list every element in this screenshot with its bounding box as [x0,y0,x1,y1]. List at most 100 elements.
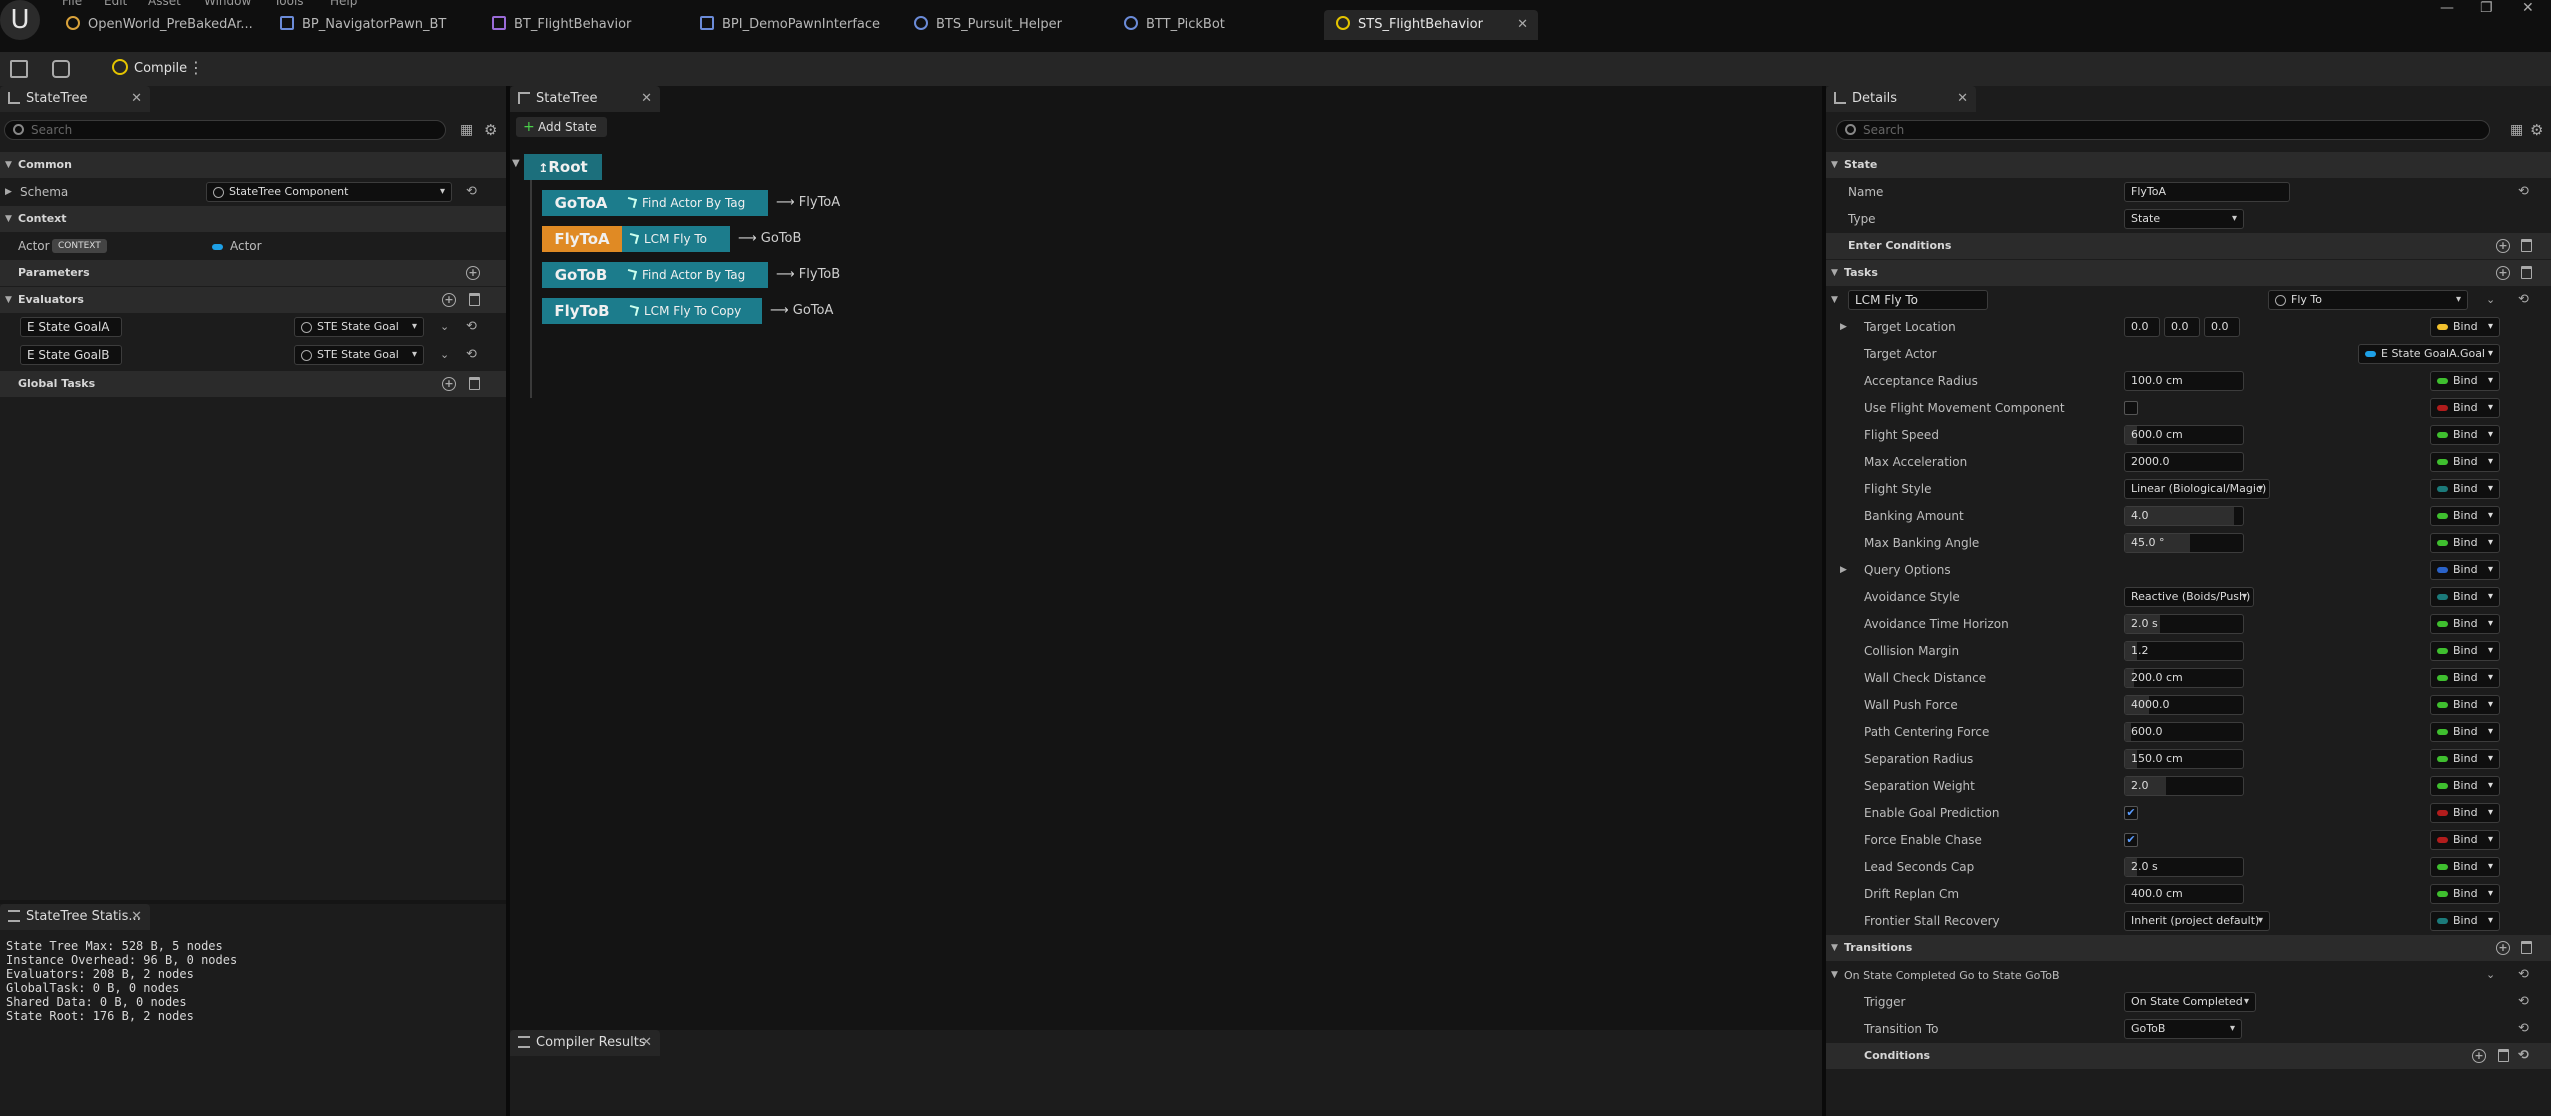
chevron-down-icon[interactable]: ▼ [512,158,520,169]
browse-icon[interactable] [52,60,70,78]
chevron-right-icon[interactable]: ▶ [5,179,12,205]
tab-details[interactable]: Details ✕ [1826,86,1976,112]
bind-dropdown[interactable]: Bind ▾ [2430,641,2500,661]
bind-dropdown[interactable]: Bind ▾ [2430,668,2500,688]
doc-tab-bts-pursuit[interactable]: BTS_Pursuit_Helper [914,10,1114,40]
state-type-dropdown[interactable]: State ▾ [2124,209,2244,229]
evaluator-type-dropdown[interactable]: STE State Goal ▾ [294,345,424,365]
delete-icon[interactable] [469,377,480,390]
chevron-down-icon[interactable]: ⌄ [440,342,449,368]
add-icon[interactable]: + [2496,941,2510,955]
state-node[interactable]: FlyToA [542,226,622,252]
delete-icon[interactable] [2521,239,2532,252]
bind-dropdown[interactable]: Bind ▾ [2430,587,2500,607]
category-conditions[interactable]: Conditions + ⟲ [1826,1043,2551,1069]
task-type-dropdown[interactable]: Fly To ▾ [2268,290,2468,310]
target-actor-binding[interactable]: E State GoalA.Goal ▾ [2358,344,2500,364]
bind-dropdown[interactable]: Bind ▾ [2430,803,2500,823]
bind-dropdown[interactable]: Bind ▾ [2430,884,2500,904]
bind-dropdown[interactable]: Bind ▾ [2430,398,2500,418]
bind-dropdown[interactable]: Bind ▾ [2430,371,2500,391]
compile-button[interactable]: Compile [104,56,195,82]
close-icon[interactable]: ✕ [131,904,142,930]
state-node[interactable]: GoToB [542,262,620,288]
state-node[interactable]: GoToA [542,190,620,216]
category-state[interactable]: ▼ State [1826,152,2551,178]
close-icon[interactable]: ✕ [1957,86,1968,112]
search-input[interactable]: Search [4,120,446,140]
chevron-down-icon[interactable]: ⌄ [2486,287,2495,313]
doc-tab-bpi-interface[interactable]: BPI_DemoPawnInterface [700,10,900,40]
reset-icon[interactable]: ⟲ [2518,179,2529,205]
doc-tab-sts-flight[interactable]: STS_FlightBehavior ✕ [1324,10,1538,40]
category-parameters[interactable]: Parameters + [0,260,506,286]
property-dropdown[interactable]: Linear (Biological/Magic) ▾ [2124,479,2270,499]
chevron-down-icon[interactable]: ▼ [1831,962,1838,988]
reset-icon[interactable]: ⟲ [2518,962,2529,988]
property-value-field[interactable]: 600.0 [2124,722,2244,742]
state-task[interactable]: LCM Fly To Copy [622,298,762,324]
chevron-right-icon[interactable]: ▶ [1840,314,1847,340]
category-transitions[interactable]: ▼ Transitions + [1826,935,2551,961]
location-z-field[interactable]: 0.0 [2204,317,2240,337]
minimize-icon[interactable]: — [2440,0,2454,16]
bind-dropdown[interactable]: Bind ▾ [2430,830,2500,850]
evaluator-name-field[interactable]: E State GoalA [20,317,122,337]
category-tasks[interactable]: ▼ Tasks + [1826,260,2551,286]
property-value-field[interactable]: 200.0 cm [2124,668,2244,688]
property-value-field[interactable]: 1.2 [2124,641,2244,661]
category-common[interactable]: ▼ Common [0,152,506,178]
property-dropdown[interactable]: Reactive (Boids/Push) ▾ [2124,587,2254,607]
category-global-tasks[interactable]: Global Tasks + [0,371,506,397]
state-node[interactable]: FlyToB [542,298,622,324]
menu-window[interactable]: Window [204,0,251,8]
tab-statetree-statistics[interactable]: StateTree Statis... ✕ [0,904,150,930]
tab-statetree-view[interactable]: StateTree ✕ [510,86,660,112]
tab-compiler-results[interactable]: Compiler Results ✕ [510,1030,660,1056]
doc-tab-bt-flight[interactable]: BT_FlightBehavior [492,10,692,40]
doc-tab-navigator-pawn[interactable]: BP_NavigatorPawn_BT [280,10,480,40]
category-context[interactable]: ▼ Context [0,206,506,232]
bind-dropdown[interactable]: Bind ▾ [2430,452,2500,472]
state-name-field[interactable]: FlyToA [2124,182,2290,202]
property-value-field[interactable]: 2.0 s [2124,614,2244,634]
property-value-field[interactable]: 4.0 [2124,506,2244,526]
property-value-field[interactable]: 600.0 cm [2124,425,2244,445]
view-options-icon[interactable]: ▦ [460,122,473,138]
add-icon[interactable]: + [466,266,480,280]
evaluator-name-field[interactable]: E State GoalB [20,345,122,365]
add-icon[interactable]: + [2496,266,2510,280]
bind-dropdown[interactable]: Bind ▾ [2430,911,2500,931]
reset-icon[interactable]: ⟲ [2518,989,2529,1015]
bind-dropdown[interactable]: Bind ▾ [2430,533,2500,553]
reset-icon[interactable]: ⟲ [2518,1043,2529,1069]
delete-icon[interactable] [469,293,480,306]
unreal-logo-icon[interactable]: U [0,0,40,40]
add-icon[interactable]: + [2496,239,2510,253]
state-task[interactable]: Find Actor By Tag [620,190,768,216]
details-search-input[interactable]: Search [1836,120,2490,140]
evaluator-type-dropdown[interactable]: STE State Goal ▾ [294,317,424,337]
state-root[interactable]: ↥Root [524,154,602,180]
menu-edit[interactable]: Edit [104,0,127,8]
property-value-field[interactable]: 150.0 cm [2124,749,2244,769]
bind-dropdown[interactable]: Bind ▾ [2430,614,2500,634]
bind-dropdown[interactable]: Bind ▾ [2430,479,2500,499]
tab-statetree[interactable]: StateTree ✕ [0,86,150,112]
chevron-right-icon[interactable]: ▶ [1840,557,1847,583]
property-checkbox[interactable]: ✔ [2124,806,2138,820]
add-state-button[interactable]: + Add State [516,117,607,137]
close-icon[interactable]: ✕ [1517,10,1528,40]
maximize-icon[interactable]: ❐ [2480,0,2493,16]
menu-file[interactable]: File [62,0,82,8]
property-checkbox[interactable]: ✔ [2124,833,2138,847]
reset-icon[interactable]: ⟲ [2518,287,2529,313]
view-options-icon[interactable]: ▦ [2510,122,2523,138]
property-value-field[interactable]: 100.0 cm [2124,371,2244,391]
property-value-field[interactable]: 4000.0 [2124,695,2244,715]
bind-dropdown[interactable]: Bind ▾ [2430,722,2500,742]
property-value-field[interactable]: 2.0 s [2124,857,2244,877]
bind-dropdown[interactable]: Bind ▾ [2430,749,2500,769]
bind-dropdown[interactable]: Bind ▾ [2430,695,2500,715]
chevron-down-icon[interactable]: ⌄ [440,314,449,340]
